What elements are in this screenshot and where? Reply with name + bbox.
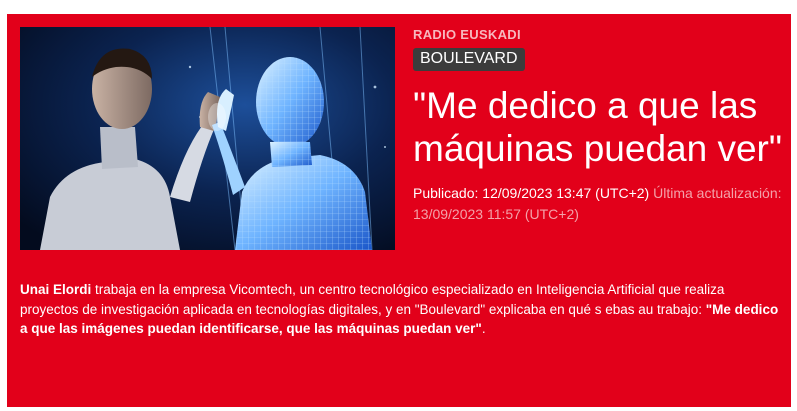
program-badge[interactable]: BOULEVARD — [413, 48, 525, 71]
updated-date: 13/09/2023 11:57 (UTC+2) — [413, 206, 579, 222]
published-date: 12/09/2023 13:47 (UTC+2) — [482, 185, 650, 201]
man-and-hologram-image — [20, 27, 395, 250]
article-thumbnail[interactable] — [20, 27, 395, 250]
summary-end: . — [481, 321, 486, 336]
article-summary: Unai Elordi trabaja en la empresa Vicomt… — [20, 280, 780, 339]
article-meta: RADIO EUSKADI BOULEVARD "Me dedico a que… — [413, 26, 783, 225]
summary-text: trabaja en la empresa Vicomtech, un cent… — [20, 282, 725, 317]
news-card: RADIO EUSKADI BOULEVARD "Me dedico a que… — [7, 14, 791, 407]
source-link[interactable]: RADIO EUSKADI — [413, 27, 521, 43]
updated-label: Última actualización: — [653, 185, 782, 201]
person-name: Unai Elordi — [20, 282, 92, 297]
article-dates: Publicado: 12/09/2023 13:47 (UTC+2) Últi… — [413, 183, 783, 225]
article-headline[interactable]: "Me dedico a que las máquinas puedan ver… — [413, 84, 783, 170]
published-label: Publicado: — [413, 185, 479, 201]
